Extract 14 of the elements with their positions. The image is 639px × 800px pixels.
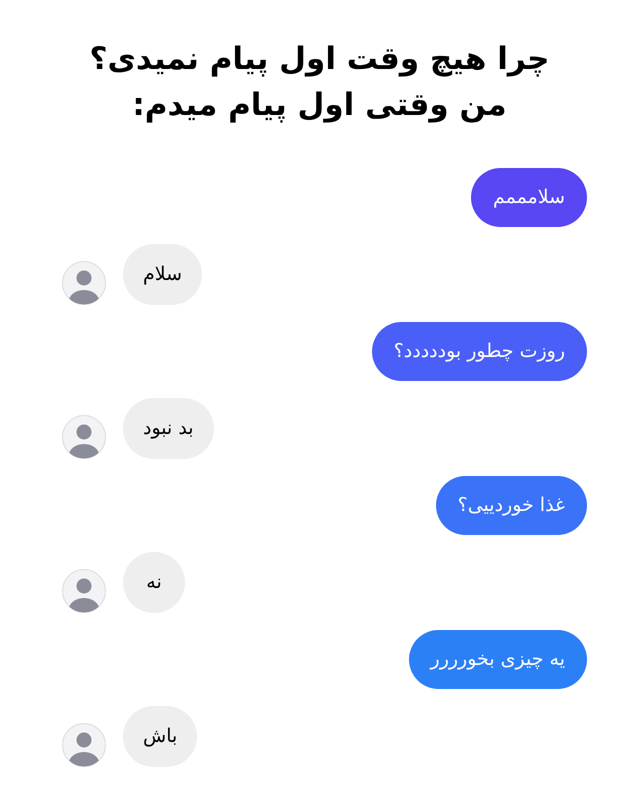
avatar-icon <box>62 723 106 767</box>
meme-caption: من وقتی اول پیام میدم: <box>132 86 507 125</box>
received-message: بد نبود <box>123 398 214 459</box>
avatar-icon <box>62 415 106 459</box>
received-message: سلام <box>123 244 202 305</box>
avatar-icon <box>62 569 106 613</box>
sent-message: سلامممم <box>470 168 587 227</box>
received-message: نه <box>123 552 185 613</box>
sent-message: روزت چطور بوددددد؟ <box>372 322 587 381</box>
sent-message: غذا خوردییی؟ <box>436 476 587 535</box>
meme-caption: چرا هیچ وقت اول پیام نمیدی؟ <box>90 40 550 79</box>
avatar-icon <box>62 261 106 305</box>
sent-message: یه چیزی بخورررر <box>408 630 587 689</box>
received-message: باش <box>123 706 198 767</box>
